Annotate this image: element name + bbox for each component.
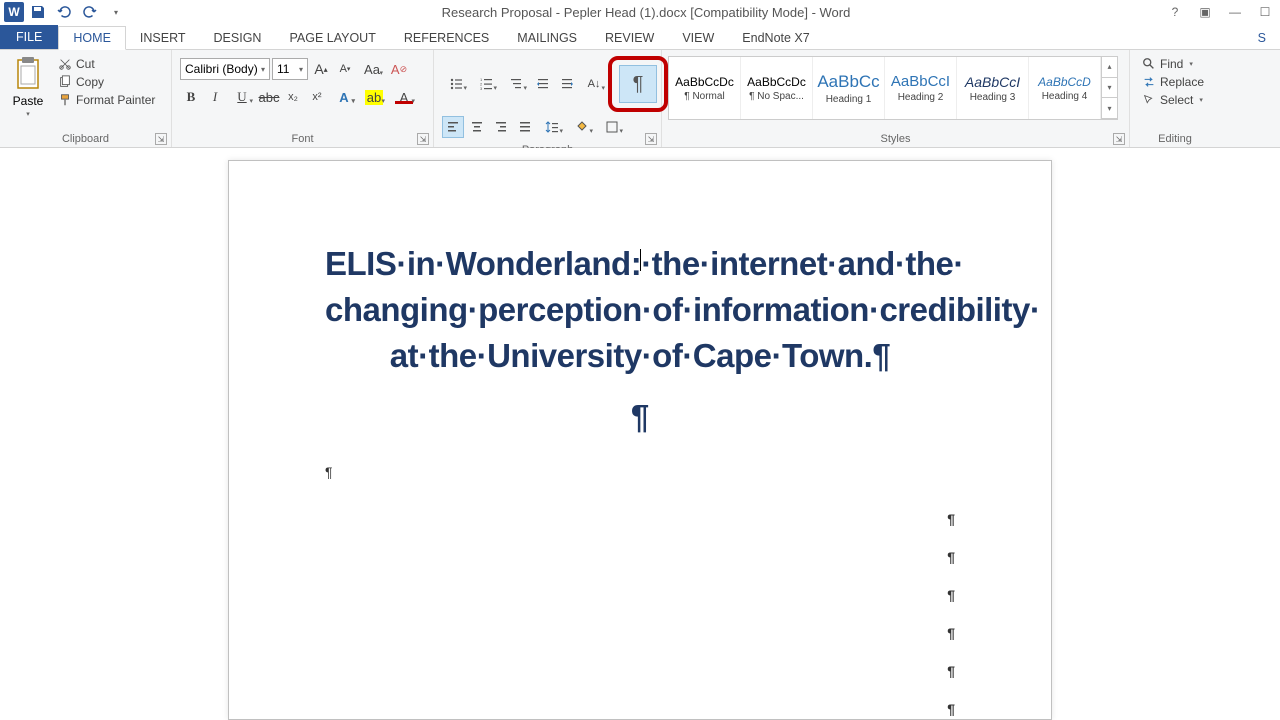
shading-button[interactable]: [568, 116, 596, 138]
paragraph-mark-center: ¶: [325, 398, 955, 436]
clear-formatting-button[interactable]: A⊘: [388, 58, 410, 80]
style-heading-2[interactable]: AaBbCcIHeading 2: [885, 57, 957, 119]
align-center-button[interactable]: [466, 116, 488, 138]
font-launcher[interactable]: ⇲: [417, 133, 429, 145]
clipboard-group-label: Clipboard: [4, 133, 167, 147]
tab-view[interactable]: VIEW: [668, 27, 728, 49]
tab-review[interactable]: REVIEW: [591, 27, 668, 49]
sort-button[interactable]: A↓: [580, 73, 608, 95]
help-button[interactable]: ?: [1164, 3, 1186, 21]
word-app-icon: W: [4, 2, 24, 22]
shrink-font-button[interactable]: A▾: [334, 58, 356, 80]
font-size-selector[interactable]: 11▾: [272, 58, 308, 80]
clipboard-launcher[interactable]: ⇲: [155, 133, 167, 145]
style-heading-1[interactable]: AaBbCcHeading 1: [813, 57, 885, 119]
sign-in[interactable]: S: [1244, 27, 1280, 49]
undo-button[interactable]: [52, 1, 76, 23]
minimize-button[interactable]: —: [1224, 3, 1246, 21]
change-case-button[interactable]: Aa: [358, 58, 386, 80]
callout-highlight: [608, 56, 668, 112]
replace-button[interactable]: Replace: [1140, 74, 1206, 90]
styles-scroll[interactable]: ▴▾▾: [1101, 57, 1117, 119]
tab-design[interactable]: DESIGN: [200, 27, 276, 49]
ribbon-options-button[interactable]: ▣: [1194, 3, 1216, 21]
svg-text:3: 3: [480, 86, 483, 91]
strikethrough-button[interactable]: abc: [258, 86, 280, 108]
bullets-button[interactable]: [442, 73, 470, 95]
style-normal[interactable]: AaBbCcDc¶ Normal: [669, 57, 741, 119]
editing-group-label: Editing: [1134, 133, 1216, 147]
paste-button[interactable]: Paste ▾: [4, 52, 52, 118]
qat-customize[interactable]: ▾: [104, 1, 128, 23]
title-bar: W ▾ Research Proposal - Pepler Head (1).…: [0, 0, 1280, 24]
editing-group: Find ▾ Replace Select ▾ Editing: [1130, 50, 1220, 147]
styles-group-label: Styles: [666, 133, 1125, 147]
increase-indent-button[interactable]: [556, 73, 578, 95]
tab-page-layout[interactable]: PAGE LAYOUT: [275, 27, 389, 49]
line-spacing-button[interactable]: [538, 116, 566, 138]
font-color-button[interactable]: A: [390, 86, 418, 108]
paragraph-launcher[interactable]: ⇲: [645, 133, 657, 145]
align-right-button[interactable]: [490, 116, 512, 138]
superscript-button[interactable]: x²: [306, 86, 328, 108]
document-area[interactable]: ELIS·in·Wonderland:·the·internet·and·the…: [0, 148, 1280, 720]
font-name-selector[interactable]: Calibri (Body)▾: [180, 58, 270, 80]
tab-endnote[interactable]: EndNote X7: [728, 27, 823, 49]
paragraph-mark-left: ¶: [325, 464, 955, 480]
text-effects-button[interactable]: A: [330, 86, 358, 108]
ribbon-tabs: FILE HOME INSERT DESIGN PAGE LAYOUT REFE…: [0, 24, 1280, 50]
save-button[interactable]: [26, 1, 50, 23]
text-cursor: [640, 249, 641, 271]
redo-button[interactable]: [78, 1, 102, 23]
tab-file[interactable]: FILE: [0, 25, 58, 49]
clipboard-group: Paste ▾ Cut Copy Format Painter Clipboar…: [0, 50, 172, 147]
underline-button[interactable]: U: [228, 86, 256, 108]
bold-button[interactable]: B: [180, 86, 202, 108]
paste-label: Paste: [13, 94, 44, 108]
format-painter-button[interactable]: Format Painter: [54, 92, 159, 108]
styles-gallery[interactable]: AaBbCcDc¶ Normal AaBbCcDc¶ No Spac... Aa…: [668, 56, 1118, 120]
font-group-label: Font: [176, 133, 429, 147]
decrease-indent-button[interactable]: [532, 73, 554, 95]
style-heading-4[interactable]: AaBbCcDHeading 4: [1029, 57, 1101, 119]
italic-button[interactable]: I: [204, 86, 226, 108]
grow-font-button[interactable]: A▴: [310, 58, 332, 80]
select-button[interactable]: Select ▾: [1140, 92, 1206, 108]
styles-launcher[interactable]: ⇲: [1113, 133, 1125, 145]
styles-group: AaBbCcDc¶ Normal AaBbCcDc¶ No Spac... Aa…: [662, 50, 1130, 147]
style-no-spacing[interactable]: AaBbCcDc¶ No Spac...: [741, 57, 813, 119]
maximize-button[interactable]: ☐: [1254, 3, 1276, 21]
justify-button[interactable]: [514, 116, 536, 138]
tab-insert[interactable]: INSERT: [126, 27, 200, 49]
align-left-button[interactable]: [442, 116, 464, 138]
multilevel-list-button[interactable]: [502, 73, 530, 95]
paragraph-marks-right: ¶ ¶ ¶ ¶ ¶ ¶: [947, 511, 955, 717]
document-page[interactable]: ELIS·in·Wonderland:·the·internet·and·the…: [228, 160, 1052, 720]
borders-button[interactable]: [598, 116, 626, 138]
subscript-button[interactable]: x₂: [282, 86, 304, 108]
numbering-button[interactable]: 123: [472, 73, 500, 95]
find-button[interactable]: Find ▾: [1140, 56, 1206, 72]
highlight-button[interactable]: ab: [360, 86, 388, 108]
tab-mailings[interactable]: MAILINGS: [503, 27, 591, 49]
window-title: Research Proposal - Pepler Head (1).docx…: [128, 5, 1164, 20]
tab-references[interactable]: REFERENCES: [390, 27, 503, 49]
paragraph-group: 123 A↓ ¶: [434, 50, 662, 147]
font-group: Calibri (Body)▾ 11▾ A▴ A▾ Aa A⊘ B I U ab…: [172, 50, 434, 147]
cut-button[interactable]: Cut: [54, 56, 159, 72]
window-controls: ? ▣ — ☐: [1164, 3, 1276, 21]
tab-home[interactable]: HOME: [58, 26, 126, 50]
quick-access-toolbar: W ▾: [4, 1, 128, 23]
copy-button[interactable]: Copy: [54, 74, 159, 90]
ribbon: Paste ▾ Cut Copy Format Painter Clipboar…: [0, 50, 1280, 148]
style-heading-3[interactable]: AaBbCcIHeading 3: [957, 57, 1029, 119]
